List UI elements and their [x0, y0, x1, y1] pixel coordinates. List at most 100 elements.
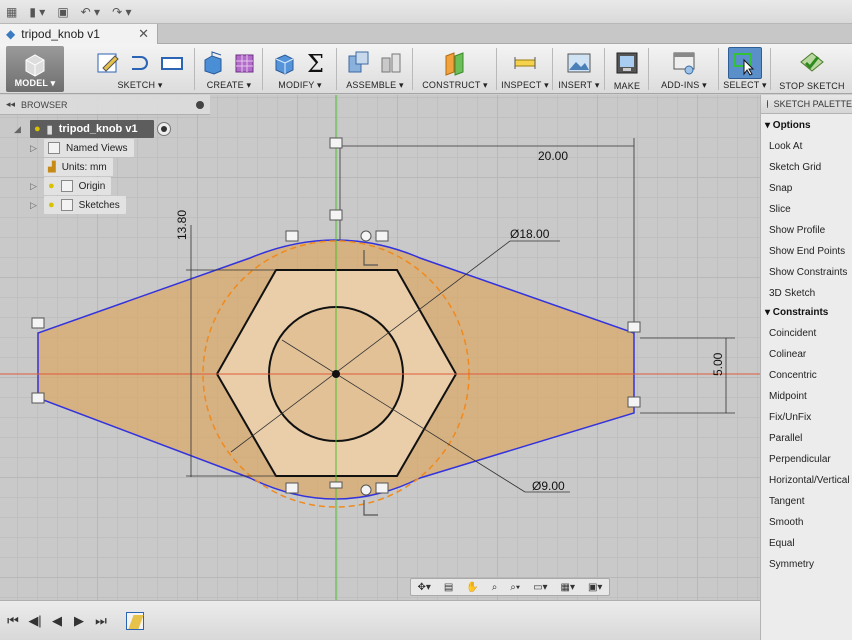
separator: [336, 48, 337, 90]
option-snap[interactable]: Snap: [769, 183, 792, 194]
radio-active-icon[interactable]: [157, 122, 171, 136]
play-back-icon[interactable]: ◀: [50, 613, 64, 629]
constraint-icon[interactable]: [329, 209, 343, 221]
constraint-icon[interactable]: [285, 482, 299, 494]
sigma-icon: Σ: [307, 50, 324, 76]
constraint-fix-unfix[interactable]: Fix/UnFix: [769, 412, 811, 423]
outer-diameter-dimension[interactable]: Ø18.00: [510, 227, 550, 241]
expand-icon[interactable]: ▷: [30, 143, 37, 154]
browser-root-item[interactable]: ● ▮ tripod_knob v1: [30, 120, 154, 138]
constraint-icon[interactable]: [31, 392, 45, 404]
constraint-parallel[interactable]: Parallel: [769, 433, 802, 444]
constraint-symmetry[interactable]: Symmetry: [769, 559, 814, 570]
option-look-at[interactable]: Look At: [769, 141, 802, 152]
constraint-icon[interactable]: [285, 230, 299, 242]
select-group[interactable]: SELECT ▾: [720, 44, 770, 94]
stop-sketch-group[interactable]: STOP SKETCH: [772, 44, 852, 94]
timeline-sketch-feature-icon[interactable]: [126, 611, 144, 630]
grid-settings-icon[interactable]: ▦▾: [561, 582, 575, 593]
root-label: tripod_knob v1: [58, 123, 138, 135]
inspect-group[interactable]: INSPECT ▾: [498, 44, 552, 94]
constraint-colinear[interactable]: Colinear: [769, 349, 806, 360]
constraint-icon[interactable]: [329, 137, 343, 149]
pin-icon[interactable]: [767, 100, 768, 108]
modify-group[interactable]: Σ MODIFY ▾: [264, 44, 336, 94]
save-icon[interactable]: ▣: [51, 0, 74, 24]
expand-icon[interactable]: ▷: [30, 181, 37, 192]
orbit-icon[interactable]: ✥▾: [417, 582, 430, 593]
expand-icon[interactable]: ▷: [30, 200, 37, 211]
constraint-coincident[interactable]: Coincident: [769, 328, 816, 339]
constraint-concentric[interactable]: Concentric: [769, 370, 817, 381]
joint-icon: [381, 53, 401, 73]
browser-item-sketches[interactable]: ● Sketches: [44, 196, 126, 214]
inner-diameter-dimension[interactable]: Ø9.00: [532, 479, 565, 493]
constraints-section-title[interactable]: ▾ Constraints: [765, 307, 828, 318]
constraint-icon[interactable]: [329, 481, 343, 489]
constraint-perpendicular[interactable]: Perpendicular: [769, 454, 831, 465]
redo-icon[interactable]: ↷ ▾: [106, 0, 137, 24]
visibility-bulb-icon[interactable]: ●: [48, 180, 55, 192]
constraint-icon[interactable]: [375, 482, 389, 494]
create-group[interactable]: CREATE ▾: [196, 44, 262, 94]
make-group[interactable]: MAKE: [606, 44, 648, 94]
display-settings-icon[interactable]: ▭▾: [533, 582, 547, 593]
option-3d-sketch[interactable]: 3D Sketch: [769, 288, 815, 299]
undo-icon[interactable]: ↶ ▾: [75, 0, 106, 24]
insert-group[interactable]: INSERT ▾: [554, 44, 604, 94]
add-ins-group[interactable]: ADD-INS ▾: [650, 44, 718, 94]
collapse-icon[interactable]: ◂◂: [6, 99, 15, 110]
constraint-icon[interactable]: [627, 321, 641, 333]
option-show-end-points[interactable]: Show End Points: [769, 246, 845, 257]
go-to-end-icon[interactable]: ⏭: [94, 613, 108, 629]
component-icon: ▮: [46, 123, 53, 136]
svg-text:Σ: Σ: [307, 50, 324, 76]
constraint-icon[interactable]: [31, 317, 45, 329]
option-slice[interactable]: Slice: [769, 204, 791, 215]
option-show-profile[interactable]: Show Profile: [769, 225, 825, 236]
browser-item-named-views[interactable]: Named Views: [44, 139, 134, 157]
zoom-fit-icon[interactable]: ⌕: [492, 582, 498, 593]
tangent-constraint-icon[interactable]: [360, 484, 372, 496]
browser-item-origin[interactable]: ● Origin: [44, 177, 112, 195]
document-tab[interactable]: ◆ tripod_knob v1 ✕: [0, 24, 158, 44]
width-dimension[interactable]: 20.00: [538, 149, 568, 163]
play-icon[interactable]: ▶: [72, 613, 86, 629]
edge-dimension[interactable]: 5.00: [711, 352, 725, 376]
pan-icon[interactable]: ✋: [466, 582, 478, 593]
expand-root-icon[interactable]: ◢: [14, 124, 21, 135]
file-menu-icon[interactable]: ▮ ▾: [23, 0, 51, 24]
option-show-constraints[interactable]: Show Constraints: [769, 267, 847, 278]
constraint-horizontal-vertical[interactable]: Horizontal/Vertical: [769, 475, 850, 486]
browser-item-units[interactable]: ▟ Units: mm: [44, 158, 113, 176]
zoom-icon[interactable]: ⌕▾: [510, 582, 520, 593]
origin-point[interactable]: [332, 370, 340, 378]
sketch-group[interactable]: SKETCH ▾: [86, 44, 194, 94]
tangent-constraint-icon[interactable]: [360, 230, 372, 242]
select-menu-label: SELECT ▾: [723, 80, 767, 90]
press-pull-icon: [275, 54, 294, 75]
options-section-title[interactable]: ▾ Options: [765, 120, 811, 131]
constraint-tangent[interactable]: Tangent: [769, 496, 805, 507]
constraint-smooth[interactable]: Smooth: [769, 517, 803, 528]
construct-group[interactable]: CONSTRUCT ▾: [414, 44, 496, 94]
go-to-start-icon[interactable]: ⏮: [6, 613, 20, 629]
constraint-icon[interactable]: [627, 396, 641, 408]
look-at-icon[interactable]: ▤: [444, 582, 453, 593]
visibility-bulb-icon[interactable]: ●: [34, 123, 41, 135]
separator: [194, 48, 195, 90]
constraint-midpoint[interactable]: Midpoint: [769, 391, 807, 402]
visibility-bulb-icon[interactable]: ●: [48, 199, 55, 211]
constraint-icon[interactable]: [375, 230, 389, 242]
pin-icon[interactable]: [196, 100, 204, 109]
grid-menu-icon[interactable]: ▦: [0, 0, 23, 24]
close-tab-icon[interactable]: ✕: [138, 26, 149, 42]
constraint-equal[interactable]: Equal: [769, 538, 795, 549]
workspace-switcher[interactable]: MODEL ▾: [6, 46, 64, 92]
option-sketch-grid[interactable]: Sketch Grid: [769, 162, 821, 173]
assemble-group[interactable]: ASSEMBLE ▾: [338, 44, 412, 94]
viewports-icon[interactable]: ▣▾: [588, 582, 602, 593]
step-back-icon[interactable]: ◀|: [28, 613, 42, 629]
model-cube-icon: [25, 54, 45, 77]
add-ins-menu-label: ADD-INS ▾: [661, 80, 707, 90]
